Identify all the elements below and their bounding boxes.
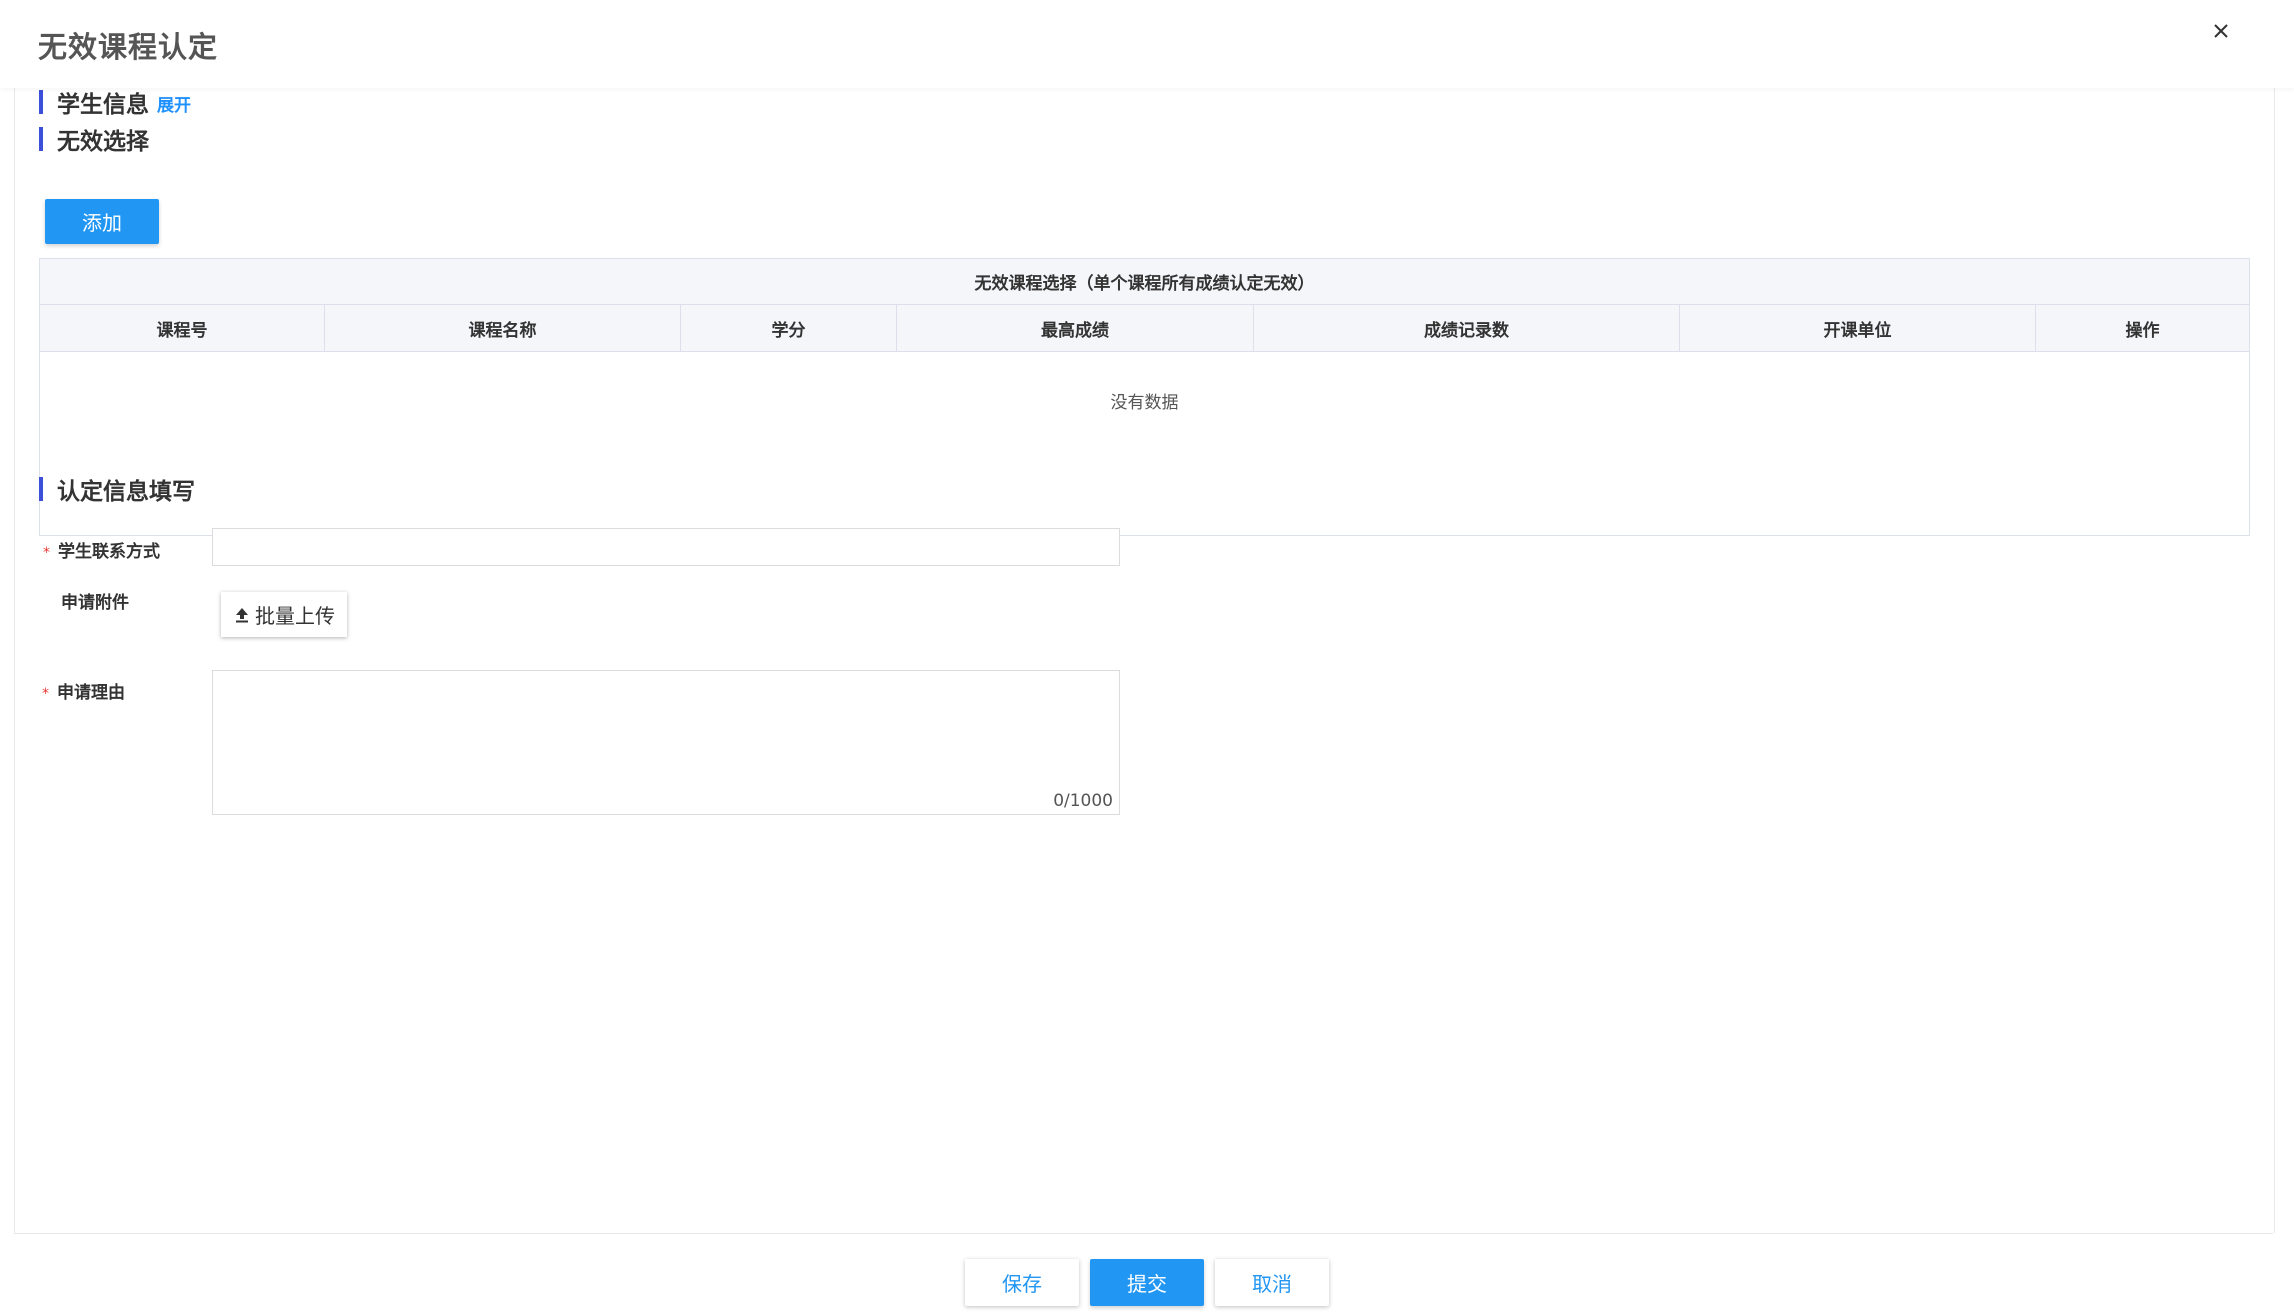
required-mark: * xyxy=(43,545,50,561)
add-button[interactable]: 添加 xyxy=(45,199,159,244)
section-bar xyxy=(39,127,43,151)
section-title-certification-info: 认定信息填写 xyxy=(57,479,195,505)
reason-textarea-wrapper: 0/1000 xyxy=(212,670,1120,815)
dialog: 无效课程认定 学生信息 展开 无效选择 添加 无效课程选择（单个课程所有成绩认定… xyxy=(0,0,2294,1315)
column-header-course-id[interactable]: 课程号 xyxy=(40,305,325,351)
batch-upload-label: 批量上传 xyxy=(255,604,335,628)
reason-label: * 申请理由 xyxy=(42,678,125,703)
section-title-student-info: 学生信息 xyxy=(57,92,149,118)
cancel-button[interactable]: 取消 xyxy=(1215,1259,1329,1306)
dialog-header: 无效课程认定 xyxy=(0,0,2294,88)
invalid-course-table: 无效课程选择（单个课程所有成绩认定无效） 课程号 课程名称 学分 最高成绩 成绩… xyxy=(39,258,2250,536)
reason-textarea[interactable] xyxy=(213,671,1119,814)
section-certification-info: 认定信息填写 xyxy=(39,475,195,505)
upload-icon xyxy=(236,607,248,622)
column-header-course-name[interactable]: 课程名称 xyxy=(325,305,681,351)
dialog-body: 学生信息 展开 无效选择 添加 无效课程选择（单个课程所有成绩认定无效） 课程号… xyxy=(14,88,2275,1233)
close-icon xyxy=(2214,24,2228,38)
attachment-label: 申请附件 xyxy=(61,593,129,613)
batch-upload-button[interactable]: 批量上传 xyxy=(221,592,347,637)
contact-input[interactable] xyxy=(212,528,1120,566)
char-counter: 0/1000 xyxy=(1053,791,1113,811)
column-header-highest-score[interactable]: 最高成绩 xyxy=(897,305,1254,351)
column-header-record-count[interactable]: 成绩记录数 xyxy=(1254,305,1680,351)
reason-label-text: 申请理由 xyxy=(57,683,125,703)
column-header-credit[interactable]: 学分 xyxy=(681,305,897,351)
table-caption: 无效课程选择（单个课程所有成绩认定无效） xyxy=(40,259,2249,305)
column-header-department[interactable]: 开课单位 xyxy=(1680,305,2036,351)
section-bar xyxy=(39,90,43,114)
section-bar xyxy=(39,477,43,501)
table-empty-message: 没有数据 xyxy=(1110,392,1179,413)
contact-label: * 学生联系方式 xyxy=(43,537,160,562)
section-invalid-selection: 无效选择 xyxy=(39,125,149,155)
section-student-info: 学生信息 展开 xyxy=(39,88,191,118)
contact-label-text: 学生联系方式 xyxy=(58,542,160,562)
close-button[interactable] xyxy=(2208,18,2234,44)
submit-button[interactable]: 提交 xyxy=(1090,1259,1204,1306)
table-header-row: 课程号 课程名称 学分 最高成绩 成绩记录数 开课单位 操作 xyxy=(40,305,2249,352)
section-title-invalid-selection: 无效选择 xyxy=(57,129,149,155)
expand-link[interactable]: 展开 xyxy=(157,91,191,116)
dialog-title: 无效课程认定 xyxy=(38,30,219,64)
dialog-footer: 保存 提交 取消 xyxy=(14,1233,2273,1315)
save-button[interactable]: 保存 xyxy=(965,1259,1079,1306)
column-header-actions: 操作 xyxy=(2125,320,2160,341)
required-mark: * xyxy=(42,686,49,702)
